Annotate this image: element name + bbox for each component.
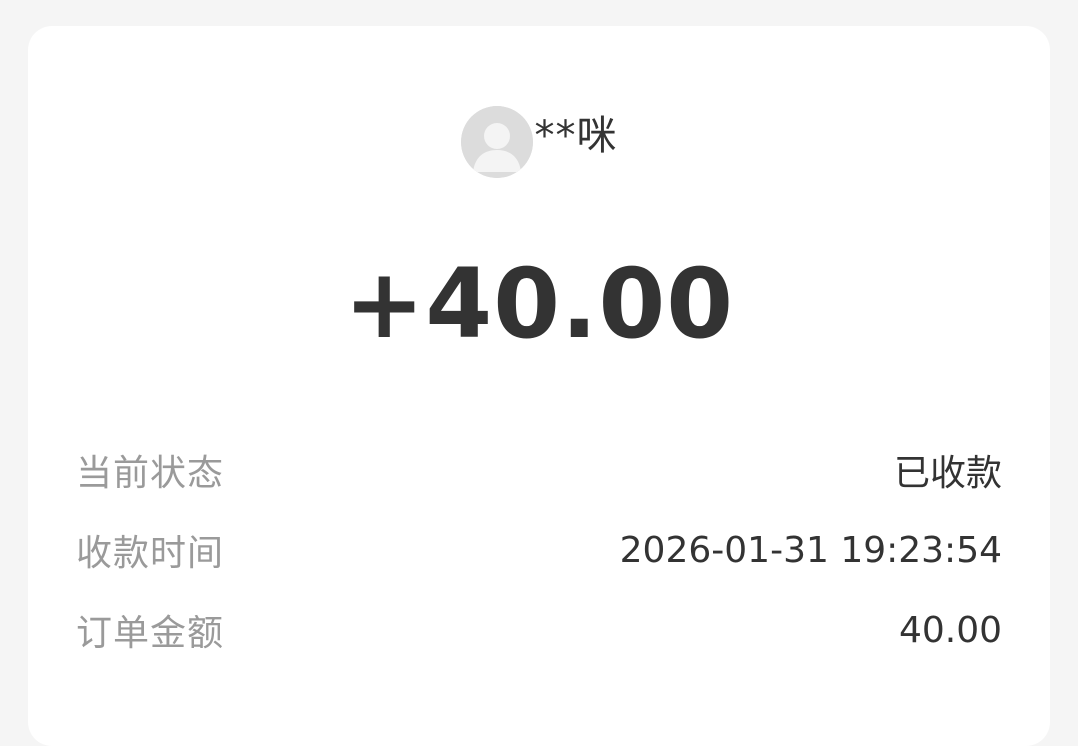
status-label: 当前状态 xyxy=(76,453,225,494)
transaction-detail-card: **咪 +40.00 当前状态 已收款 收款时间 2026-01-31 19:2… xyxy=(28,26,1050,746)
transaction-amount: +40.00 xyxy=(343,248,735,360)
detail-row-status: 当前状态 已收款 xyxy=(76,440,1002,500)
time-value: 2026-01-31 19:23:54 xyxy=(619,529,1002,571)
detail-row-time: 收款时间 2026-01-31 19:23:54 xyxy=(76,520,1002,580)
default-user-avatar-icon xyxy=(460,106,533,178)
order-amount-value: 40.00 xyxy=(898,609,1002,651)
time-label: 收款时间 xyxy=(76,533,225,574)
avatar xyxy=(460,106,533,178)
payer-name: **咪 xyxy=(534,113,618,159)
status-value: 已收款 xyxy=(893,453,1002,494)
detail-row-order-amount: 订单金额 40.00 xyxy=(76,600,1002,660)
order-amount-label: 订单金额 xyxy=(76,613,225,654)
payer-info: **咪 xyxy=(28,106,1050,178)
